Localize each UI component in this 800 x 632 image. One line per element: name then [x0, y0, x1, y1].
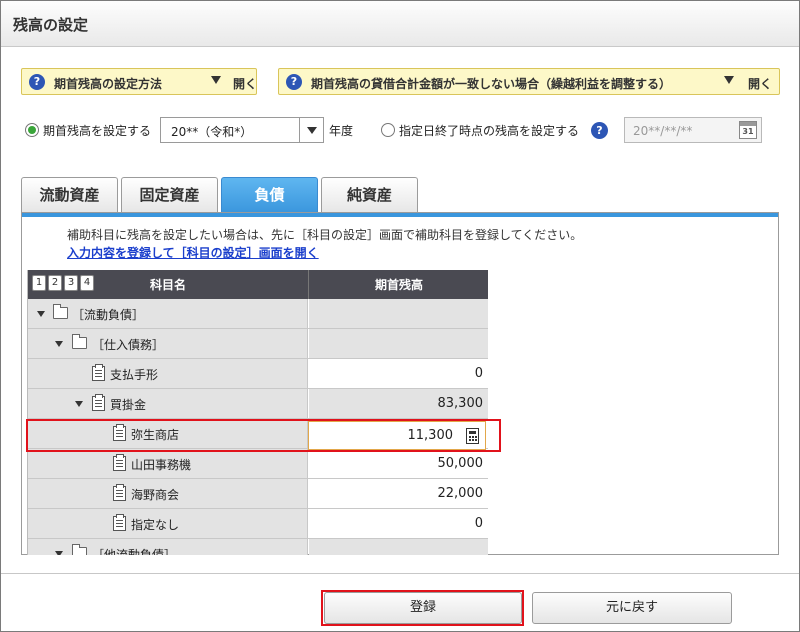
document-icon — [113, 484, 126, 501]
column-header-opening-balance: 期首残高 — [374, 278, 423, 292]
grid-header: 1 2 3 4 科目名 期首残高 — [28, 270, 488, 299]
year-suffix: 年度 — [329, 124, 354, 138]
calendar-icon[interactable]: 31 — [739, 121, 757, 139]
table-row[interactable]: 山田事務機 50,000 — [28, 449, 488, 479]
caret-down-icon[interactable] — [75, 401, 83, 407]
account-cell: 買掛金 — [28, 389, 308, 418]
account-name: 支払手形 — [110, 368, 159, 382]
year-select-value: 20**（令和*） — [171, 125, 253, 139]
caret-down-icon[interactable] — [55, 551, 63, 555]
document-icon — [113, 454, 126, 471]
balance-cell[interactable]: 22,000 — [309, 479, 488, 508]
column-header-account: 科目名 — [149, 278, 186, 292]
account-name: 山田事務機 — [131, 458, 192, 472]
year-select[interactable]: 20**（令和*） — [160, 117, 324, 143]
window-title: 残高の設定 — [13, 16, 89, 34]
caret-down-icon[interactable] — [55, 341, 63, 347]
account-name: ［仕入債務］ — [92, 338, 165, 352]
balance-grid: 1 2 3 4 科目名 期首残高 ［流動負債］ ［仕入債務］ 支払手形 0 買掛… — [27, 270, 488, 555]
date-input-placeholder: 20**/**/** — [633, 124, 693, 138]
table-row[interactable]: 買掛金 83,300 — [28, 389, 488, 419]
tab-net-assets[interactable]: 純資産 — [321, 177, 418, 213]
table-row[interactable]: ［他流動負債］ — [28, 539, 488, 555]
balance-cell — [309, 329, 488, 358]
date-input[interactable]: 20**/**/** 31 — [624, 117, 762, 143]
balance-cell — [309, 539, 488, 555]
account-name: 海野商会 — [131, 488, 180, 502]
account-name: ［他流動負債］ — [92, 548, 177, 555]
help-opening-method[interactable]: ? 期首残高の設定方法 開く — [21, 68, 257, 95]
account-name: 買掛金 — [110, 398, 147, 412]
title-bar: 残高の設定 — [1, 1, 799, 47]
help-balance-mismatch-label: 期首残高の貸借合計金額が一致しない場合（繰越利益を調整する） — [311, 77, 672, 91]
table-row[interactable]: 海野商会 22,000 — [28, 479, 488, 509]
question-icon: ? — [286, 74, 302, 90]
account-name: 指定なし — [131, 518, 180, 532]
caret-down-icon[interactable] — [37, 311, 45, 317]
chevron-down-icon[interactable] — [299, 118, 323, 142]
account-cell: ［流動負債］ — [28, 299, 308, 328]
account-cell: 指定なし — [28, 509, 308, 538]
folder-icon — [53, 304, 68, 319]
help-open-label: 開く — [233, 77, 258, 91]
account-name: ［流動負債］ — [72, 308, 145, 322]
question-icon[interactable]: ? — [591, 122, 608, 139]
highlight-box — [321, 590, 524, 626]
document-icon — [92, 364, 105, 381]
table-row[interactable]: ［仕入債務］ — [28, 329, 488, 359]
balance-cell — [309, 299, 488, 328]
balance-cell: 83,300 — [309, 389, 488, 418]
account-cell: ［仕入債務］ — [28, 329, 308, 358]
help-opening-method-label: 期首残高の設定方法 — [54, 77, 163, 91]
open-account-settings-link[interactable]: 入力内容を登録して［科目の設定］画面を開く — [67, 244, 319, 261]
balance-cell[interactable]: 50,000 — [309, 449, 488, 478]
highlight-box — [26, 419, 501, 452]
table-row[interactable]: ［流動負債］ — [28, 299, 488, 329]
radio-set-date-label: 指定日終了時点の残高を設定する — [399, 124, 580, 138]
question-icon: ? — [29, 74, 45, 90]
balance-cell[interactable]: 0 — [309, 509, 488, 538]
folder-icon — [72, 544, 87, 555]
help-balance-mismatch[interactable]: ? 期首残高の貸借合計金額が一致しない場合（繰越利益を調整する） 開く — [278, 68, 780, 95]
revert-button[interactable]: 元に戻す — [532, 592, 732, 624]
account-cell: 支払手形 — [28, 359, 308, 388]
account-cell: 海野商会 — [28, 479, 308, 508]
triangle-down-icon — [211, 76, 221, 84]
radio-set-opening-label: 期首残高を設定する — [43, 124, 152, 138]
folder-icon — [72, 334, 87, 349]
table-row[interactable]: 支払手形 0 — [28, 359, 488, 389]
triangle-down-icon — [724, 76, 734, 84]
document-icon — [92, 394, 105, 411]
document-icon — [113, 514, 126, 531]
radio-set-opening[interactable] — [25, 123, 39, 137]
calendar-icon-number: 31 — [742, 127, 754, 136]
table-row[interactable]: 指定なし 0 — [28, 509, 488, 539]
notice-text: 補助科目に残高を設定したい場合は、先に［科目の設定］画面で補助科目を登録してくだ… — [67, 228, 583, 242]
tab-panel-accent — [22, 213, 778, 217]
tab-fixed-assets[interactable]: 固定資産 — [121, 177, 218, 213]
radio-set-date[interactable] — [381, 123, 395, 137]
account-cell: 山田事務機 — [28, 449, 308, 478]
tab-liabilities[interactable]: 負債 — [221, 177, 318, 213]
balance-cell[interactable]: 0 — [309, 359, 488, 388]
tab-current-assets[interactable]: 流動資産 — [21, 177, 118, 213]
account-cell: ［他流動負債］ — [28, 539, 308, 555]
help-open-label: 開く — [748, 77, 773, 91]
